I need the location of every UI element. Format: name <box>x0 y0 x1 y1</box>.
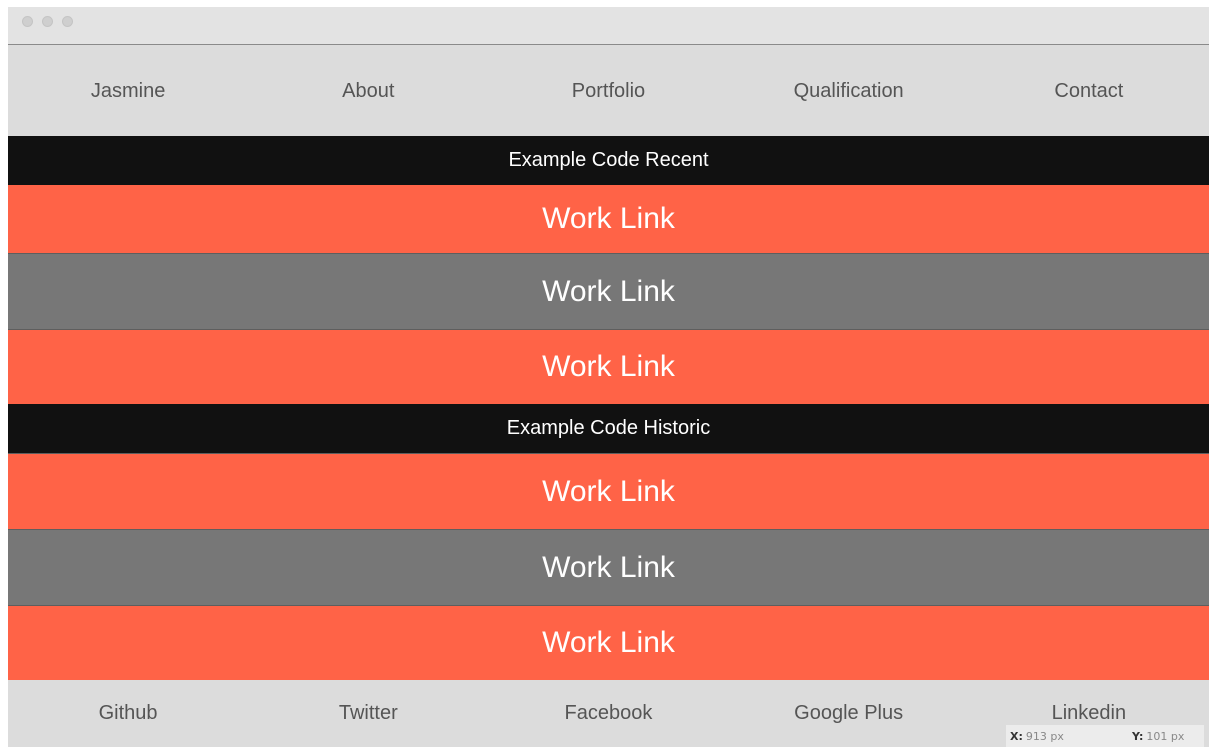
work-link-historic-1[interactable]: Work Link <box>8 453 1209 529</box>
footer-link-github[interactable]: Github <box>8 702 248 725</box>
work-link-historic-3[interactable]: Work Link <box>8 605 1209 680</box>
work-link-recent-3[interactable]: Work Link <box>8 329 1209 404</box>
title-bar <box>8 7 1209 45</box>
work-link-recent-2[interactable]: Work Link <box>8 253 1209 329</box>
minimize-window-icon[interactable] <box>42 16 53 27</box>
footer-link-facebook[interactable]: Facebook <box>488 702 728 725</box>
footer-link-google-plus[interactable]: Google Plus <box>729 702 969 725</box>
browser-window: Jasmine About Portfolio Qualification Co… <box>8 7 1209 747</box>
close-window-icon[interactable] <box>22 16 33 27</box>
nav-item-qualification[interactable]: Qualification <box>729 80 969 103</box>
recent-section-title: Example Code Recent <box>8 136 1209 185</box>
footer-link-twitter[interactable]: Twitter <box>248 702 488 725</box>
nav-item-portfolio[interactable]: Portfolio <box>488 80 728 103</box>
historic-section-title: Example Code Historic <box>8 404 1209 453</box>
maximize-window-icon[interactable] <box>62 16 73 27</box>
footer-link-linkedin[interactable]: Linkedin <box>969 702 1209 725</box>
window-controls <box>22 16 73 27</box>
cursor-coordinate-readout: X: 913 px Y: 101 px <box>1006 725 1204 747</box>
nav-item-jasmine[interactable]: Jasmine <box>8 80 248 103</box>
nav-item-contact[interactable]: Contact <box>969 80 1209 103</box>
work-link-historic-2[interactable]: Work Link <box>8 529 1209 605</box>
work-link-recent-1[interactable]: Work Link <box>8 185 1209 253</box>
x-coordinate: X: 913 px <box>1010 729 1064 743</box>
y-coordinate: Y: 101 px <box>1132 729 1185 743</box>
top-nav: Jasmine About Portfolio Qualification Co… <box>8 46 1209 136</box>
nav-item-about[interactable]: About <box>248 80 488 103</box>
